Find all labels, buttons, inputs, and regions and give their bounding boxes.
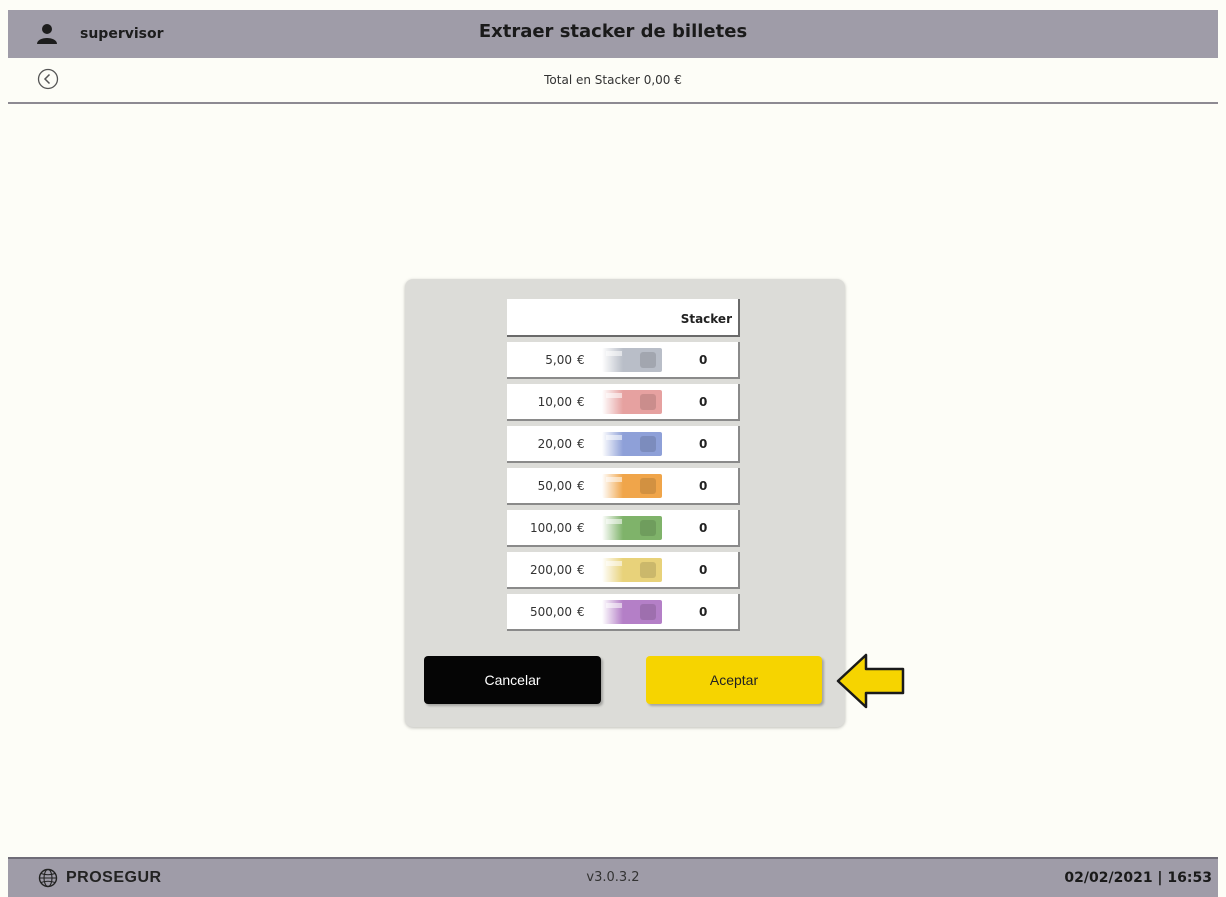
banknote-icon	[602, 600, 662, 624]
table-row: 5,00 €0	[507, 342, 740, 379]
page-title: Extraer stacker de billetes	[478, 21, 748, 42]
stacker-total: Total en Stacker 0,00 €	[544, 73, 682, 87]
currency-symbol: €	[577, 521, 585, 535]
top-bar: supervisor Extraer stacker de billetes	[8, 10, 1218, 58]
arrow-left-icon	[836, 653, 905, 709]
denomination-amount: 50,00	[537, 479, 572, 493]
table-row: 50,00 €0	[507, 468, 740, 505]
stacker-quantity: 0	[699, 605, 708, 619]
currency-symbol: €	[577, 395, 585, 409]
stacker-quantity: 0	[699, 521, 708, 535]
banknote-icon	[602, 348, 662, 372]
denomination-amount: 500,00	[530, 605, 572, 619]
table-header: Stacker	[507, 299, 740, 337]
table-row: 100,00 €0	[507, 510, 740, 547]
column-header-stacker: Stacker	[680, 312, 732, 326]
denomination-amount: 100,00	[530, 521, 572, 535]
denomination-amount: 20,00	[537, 437, 572, 451]
stacker-quantity: 0	[699, 395, 708, 409]
denomination-table: Stacker 5,00 €0 10,00 €0 20,00 €0 50,00 €0 100,0…	[507, 299, 740, 631]
currency-symbol: €	[577, 437, 585, 451]
footer-bar: PROSEGUR v3.0.3.2 02/02/2021 | 16:53	[8, 857, 1218, 897]
datetime-label: 02/02/2021 | 16:53	[1064, 870, 1212, 886]
denomination-amount: 5,00	[545, 353, 572, 367]
banknote-icon	[602, 390, 662, 414]
denomination-amount: 200,00	[530, 563, 572, 577]
version-label: v3.0.3.2	[586, 870, 640, 885]
denomination-amount: 10,00	[537, 395, 572, 409]
table-row: 200,00 €0	[507, 552, 740, 589]
currency-symbol: €	[577, 563, 585, 577]
currency-symbol: €	[577, 479, 585, 493]
cancel-button[interactable]: Cancelar	[424, 656, 601, 704]
stacker-quantity: 0	[699, 479, 708, 493]
accept-button[interactable]: Aceptar	[646, 656, 822, 704]
banknote-icon	[602, 432, 662, 456]
currency-symbol: €	[577, 605, 585, 619]
banknote-icon	[602, 558, 662, 582]
banknote-icon	[602, 516, 662, 540]
stacker-quantity: 0	[699, 563, 708, 577]
stacker-quantity: 0	[699, 353, 708, 367]
banknote-icon	[602, 474, 662, 498]
table-row: 10,00 €0	[507, 384, 740, 421]
currency-symbol: €	[577, 353, 585, 367]
stacker-quantity: 0	[699, 437, 708, 451]
table-row: 20,00 €0	[507, 426, 740, 463]
table-row: 500,00 €0	[507, 594, 740, 631]
extract-dialog: Stacker 5,00 €0 10,00 €0 20,00 €0 50,00 €0 100,0…	[405, 279, 845, 727]
sub-bar: Total en Stacker 0,00 €	[8, 58, 1218, 104]
